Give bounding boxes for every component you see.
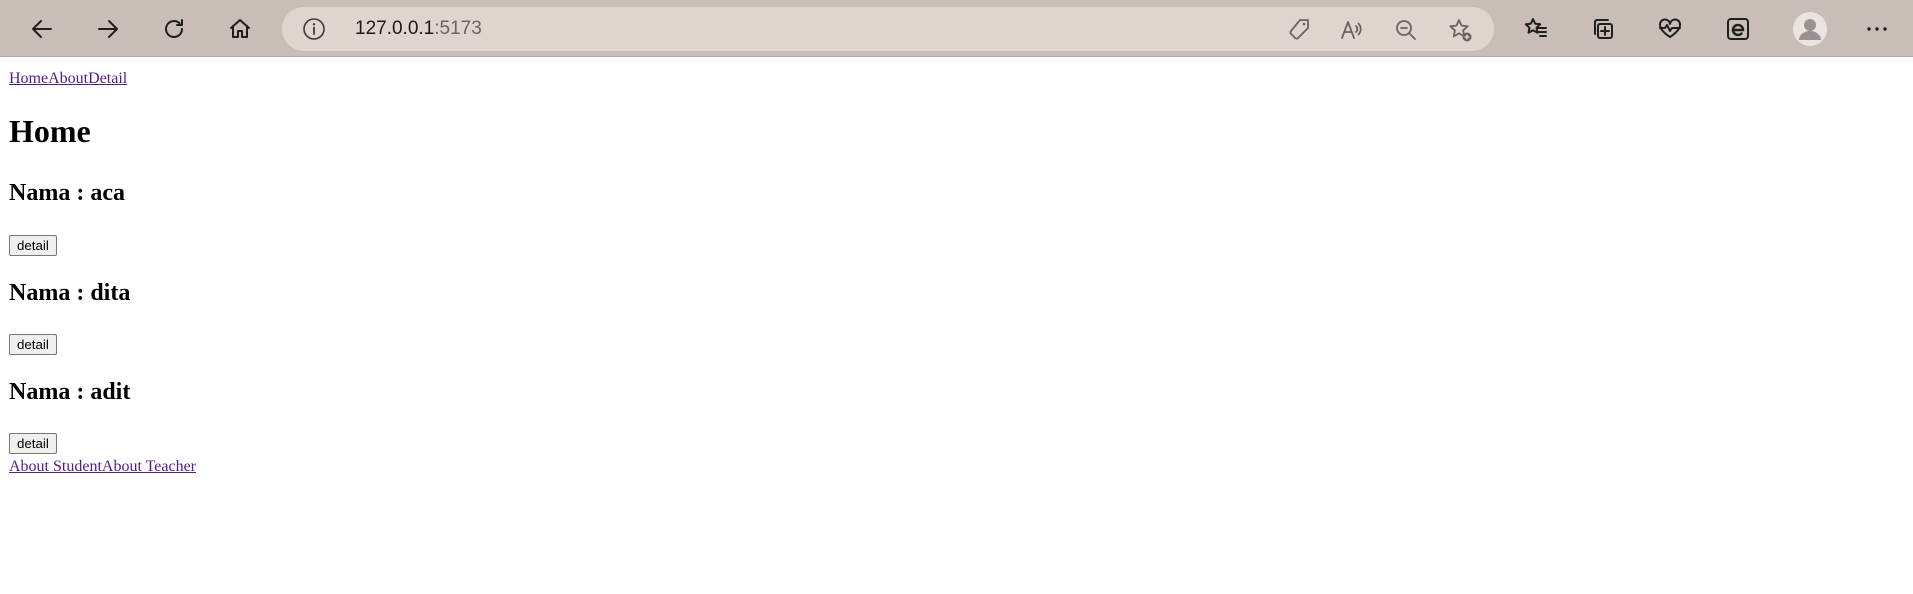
read-aloud-icon	[1341, 21, 1362, 39]
refresh-icon	[165, 19, 183, 38]
forward-arrow-icon	[98, 20, 118, 38]
nav-link-about[interactable]: About	[48, 70, 88, 87]
ie-mode-button[interactable]	[1718, 9, 1758, 49]
back-button[interactable]	[22, 9, 62, 49]
address-bar[interactable]: 127.0.0.1:5173	[282, 7, 1494, 51]
student-name-adit: Nama : adit	[9, 379, 131, 405]
more-icon	[1867, 27, 1887, 31]
tag-icon	[1289, 19, 1309, 40]
add-favorite-icon	[1449, 19, 1472, 42]
nav-link-home[interactable]: Home	[9, 70, 48, 87]
page-title: Home	[9, 113, 91, 149]
url-text[interactable]: 127.0.0.1:5173	[355, 18, 482, 40]
url-host: 127.0.0.1	[355, 18, 435, 39]
add-favorite-button[interactable]	[1446, 16, 1474, 44]
link-about-teacher[interactable]: About Teacher	[102, 458, 196, 475]
link-about-student[interactable]: About Student	[9, 458, 102, 475]
profile-button[interactable]	[1790, 9, 1830, 49]
student-name-aca: Nama : aca	[9, 180, 125, 206]
collections-button[interactable]	[1583, 9, 1623, 49]
browser-toolbar: 127.0.0.1:5173	[0, 0, 1913, 57]
home-button[interactable]	[220, 9, 260, 49]
more-button[interactable]	[1857, 9, 1897, 49]
student-name-dita: Nama : dita	[9, 280, 131, 306]
home-icon	[230, 19, 250, 38]
refresh-button[interactable]	[154, 9, 194, 49]
zoom-out-button[interactable]	[1392, 16, 1420, 44]
back-arrow-icon	[32, 20, 52, 38]
info-icon[interactable]	[302, 17, 326, 41]
favorites-button[interactable]	[1516, 9, 1556, 49]
browser-essentials-button[interactable]	[1650, 9, 1690, 49]
heartbeat-icon	[1659, 18, 1681, 38]
detail-button-dita[interactable]: detail	[9, 334, 57, 355]
url-port: :5173	[434, 18, 482, 39]
read-aloud-button[interactable]	[1338, 16, 1366, 44]
forward-button[interactable]	[88, 9, 128, 49]
detail-button-adit[interactable]: detail	[9, 433, 57, 454]
favorites-icon	[1524, 18, 1547, 37]
detail-button-aca[interactable]: detail	[9, 235, 57, 256]
collections-icon	[1594, 19, 1613, 39]
profile-icon	[1793, 12, 1827, 46]
ie-mode-icon	[1727, 18, 1749, 40]
tag-button[interactable]	[1285, 16, 1313, 44]
top-nav: HomeAboutDetail	[9, 69, 127, 88]
zoom-out-icon	[1396, 20, 1416, 40]
about-nav: About StudentAbout Teacher	[9, 457, 196, 476]
nav-link-detail[interactable]: Detail	[88, 70, 127, 87]
